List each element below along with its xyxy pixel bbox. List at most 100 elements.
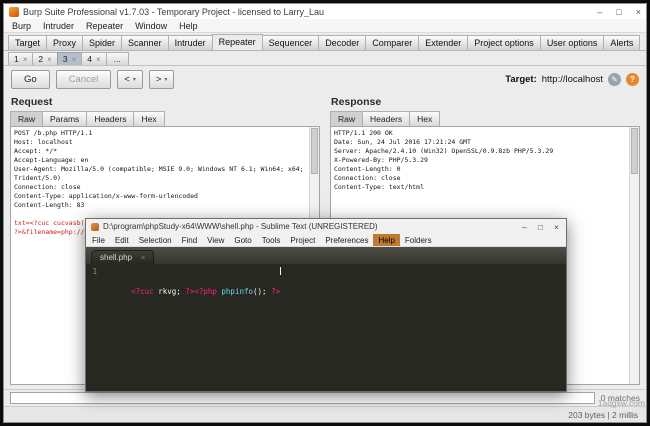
request-subtab[interactable]: Hex	[133, 111, 165, 126]
burp-main-tab[interactable]: Decoder	[318, 35, 367, 50]
response-line: X-Powered-By: PHP/5.3.29	[334, 156, 428, 164]
response-subtab[interactable]: Headers	[362, 111, 411, 126]
sublime-window-title: D:\program\phpStudy-x64\WWW\shell.php - …	[103, 222, 378, 231]
repeater-tab-label: 4	[87, 54, 92, 64]
request-subtab[interactable]: Raw	[10, 111, 44, 126]
edit-target-icon[interactable]: ✎	[608, 72, 621, 86]
minimize-icon[interactable]: –	[597, 7, 602, 17]
burp-main-tab[interactable]: Proxy	[46, 35, 84, 50]
burp-menu-item[interactable]: Burp	[6, 21, 37, 31]
response-subtabs: Raw Headers Hex	[330, 111, 640, 126]
response-subtab[interactable]: Raw	[330, 111, 364, 126]
sublime-menu-item[interactable]: Folders	[400, 234, 437, 246]
sublime-menu-item[interactable]: Edit	[110, 234, 134, 246]
burp-main-tab[interactable]: Scanner	[121, 35, 169, 50]
text-cursor	[280, 267, 282, 275]
search-input[interactable]	[10, 392, 595, 404]
burp-menu-item[interactable]: Window	[129, 21, 173, 31]
request-line: Trident/5.0)	[14, 174, 61, 182]
sublime-window: D:\program\phpStudy-x64\WWW\shell.php - …	[85, 218, 567, 392]
burp-main-tab[interactable]: Repeater	[211, 34, 263, 50]
sublime-editor[interactable]: 1 <?cuc rkvg; ?><?php phpinfo(); ?>	[86, 264, 566, 391]
repeater-tab-label: 2	[38, 54, 44, 64]
sublime-menu-item[interactable]: Find	[177, 234, 203, 246]
code-token: <?php	[194, 287, 222, 296]
minimize-icon[interactable]: –	[522, 222, 527, 232]
maximize-icon[interactable]: □	[616, 7, 621, 17]
sublime-menu-item[interactable]: Selection	[134, 234, 177, 246]
sublime-menu-item[interactable]: Goto	[229, 234, 256, 246]
sublime-menu-item[interactable]: View	[202, 234, 229, 246]
sublime-tabbar: shell.php ×	[86, 247, 566, 264]
close-tab-icon[interactable]: ×	[72, 55, 77, 64]
repeater-tab[interactable]: 1 ×	[8, 52, 34, 65]
code-token: ;	[176, 287, 186, 296]
request-line: Host: localhost	[14, 138, 73, 146]
response-line: Date: Sun, 24 Jul 2016 17:21:24 GMT	[334, 138, 471, 146]
close-tab-icon[interactable]: ×	[47, 55, 52, 64]
request-line: Accept: */*	[14, 147, 58, 155]
burp-logo-icon	[9, 6, 19, 17]
burp-main-tab[interactable]: Spider	[82, 35, 123, 50]
burp-main-tab[interactable]: Project options	[467, 35, 541, 50]
request-line: POST /b.php HTTP/1.1	[14, 129, 93, 137]
repeater-tab-label: 3	[62, 54, 68, 64]
line-number: 1	[92, 267, 97, 276]
response-panel-title: Response	[331, 96, 382, 108]
sublime-menu-item[interactable]: Project	[285, 234, 320, 246]
close-icon[interactable]: ×	[636, 7, 641, 17]
cancel-button[interactable]: Cancel	[55, 69, 112, 89]
go-button[interactable]: Go	[11, 69, 50, 89]
request-line: Content-Length: 83	[14, 201, 85, 209]
request-line: Content-Type: application/x-www-form-url…	[14, 192, 198, 200]
burp-main-tab[interactable]: User options	[539, 35, 605, 50]
burp-main-tab[interactable]: Intruder	[167, 35, 213, 50]
code-token: ?>	[185, 287, 195, 296]
code-token: rkvg	[158, 287, 177, 296]
burp-menu-item[interactable]: Help	[173, 21, 204, 31]
history-back-button[interactable]: < ▾	[117, 69, 143, 89]
close-tab-icon[interactable]: ×	[141, 253, 145, 262]
close-tab-icon[interactable]: ×	[23, 55, 28, 64]
burp-main-tab[interactable]: Target	[8, 35, 48, 50]
sublime-menu-item[interactable]: Preferences	[320, 234, 373, 246]
request-line: Connection: close	[14, 183, 81, 191]
history-forward-button[interactable]: > ▾	[148, 69, 175, 89]
burp-main-tab[interactable]: Sequencer	[261, 35, 320, 50]
response-scrollbar-thumb[interactable]	[631, 128, 638, 174]
sublime-menu-item[interactable]: Help	[373, 234, 400, 246]
new-repeater-tab[interactable]: ...	[105, 52, 129, 65]
sublime-menubar: File Edit Selection Find View Goto Tools Projec…	[86, 234, 566, 247]
sublime-menu-item[interactable]: Tools	[257, 234, 286, 246]
burp-main-tab[interactable]: Comparer	[365, 35, 420, 50]
request-subtab[interactable]: Headers	[86, 111, 135, 126]
desktop-background: Burp Suite Professional v1.7.03 - Tempor…	[0, 0, 650, 426]
request-headers: POST /b.php HTTP/1.1 Host: localhost Accep…	[14, 129, 307, 219]
close-tab-icon[interactable]: ×	[96, 55, 101, 64]
response-scrollbar[interactable]	[629, 127, 639, 384]
code-line: <?cuc rkvg; ?><?php phpinfo(); ?>	[104, 267, 280, 391]
burp-menu-item[interactable]: Intruder	[37, 21, 80, 31]
sublime-menu-item[interactable]: File	[87, 234, 110, 246]
repeater-tab[interactable]: 3 ×	[56, 52, 83, 65]
response-subtab[interactable]: Hex	[409, 111, 441, 126]
request-subtab[interactable]: Params	[42, 111, 88, 126]
repeater-tab[interactable]: 4 ×	[81, 52, 107, 65]
request-panel-title: Request	[11, 96, 53, 108]
request-scrollbar-thumb[interactable]	[311, 128, 318, 174]
maximize-icon[interactable]: □	[538, 222, 543, 232]
response-line: Connection: close	[334, 174, 401, 182]
burp-main-tab[interactable]: Alerts	[603, 35, 641, 50]
status-text: 203 bytes | 2 millis	[568, 409, 638, 420]
target-url: http://localhost	[541, 73, 603, 85]
repeater-tab[interactable]: 2 ×	[32, 52, 58, 65]
status-bar: 203 bytes | 2 millis	[4, 406, 646, 422]
repeater-tab-bar: 1 × 2 × 3 × 4 × ...	[4, 51, 646, 66]
response-line: Server: Apache/2.4.10 (Win32) OpenSSL/0.…	[334, 147, 554, 155]
burp-main-tab[interactable]: Extender	[418, 35, 469, 50]
file-tab[interactable]: shell.php ×	[91, 250, 155, 264]
response-line: Content-Length: 0	[334, 165, 401, 173]
burp-menu-item[interactable]: Repeater	[80, 21, 129, 31]
help-icon[interactable]: ?	[626, 72, 639, 86]
close-icon[interactable]: ×	[554, 222, 559, 232]
